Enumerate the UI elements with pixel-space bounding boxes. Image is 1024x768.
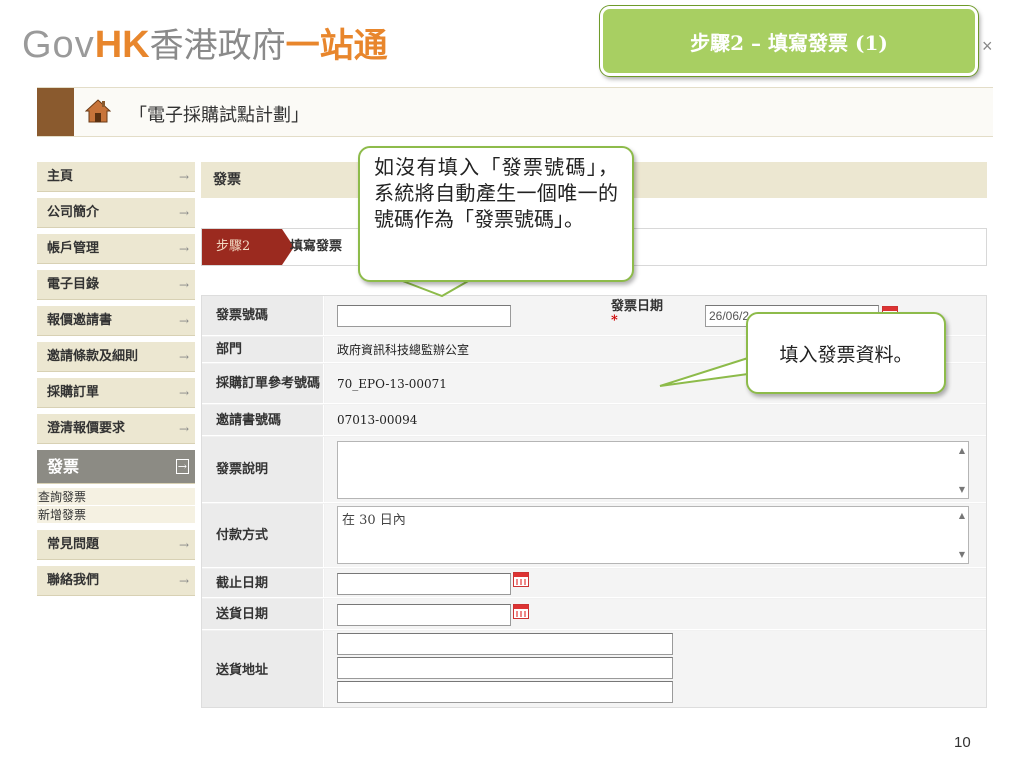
- step-banner: 步驟2 – 填寫發票 (1): [600, 6, 978, 76]
- description-label: 發票說明: [202, 437, 324, 502]
- invitation-no-label: 邀請書號碼: [202, 405, 324, 435]
- sidebar-item-contact-us[interactable]: 聯絡我們 →: [37, 566, 195, 596]
- step-tag: 步驟2: [202, 229, 294, 265]
- arrow-right-icon: →: [178, 574, 189, 588]
- payment-value: 在 30 日內: [342, 513, 406, 528]
- arrow-right-icon: →: [178, 278, 189, 292]
- address-line-2-input[interactable]: [337, 657, 673, 679]
- step-text: 填寫發票: [290, 239, 343, 254]
- sidebar-item-faq[interactable]: 常見問題 →: [37, 530, 195, 560]
- arrow-right-icon: →: [178, 206, 189, 220]
- calendar-icon[interactable]: [513, 604, 529, 619]
- sidebar-item-label: 澄清報價要求: [47, 421, 126, 436]
- sidebar-item-label: 聯絡我們: [47, 573, 100, 588]
- invitation-no-value: 07013-00094: [325, 405, 986, 435]
- payment-label: 付款方式: [202, 504, 324, 567]
- invoice-no-input[interactable]: [337, 305, 511, 327]
- sidebar-item-home[interactable]: 主頁 →: [37, 162, 195, 192]
- callout-auto-number: 如沒有填入「發票號碼」，系統將自動產生一個唯一的號碼作為「發票號碼」。: [358, 146, 634, 282]
- required-mark: *: [611, 313, 618, 328]
- address-line-3-input[interactable]: [337, 681, 673, 703]
- sidebar-item-invoices[interactable]: 發票 →: [37, 450, 195, 484]
- scroll-up-icon[interactable]: ▲: [959, 511, 965, 520]
- arrow-right-icon: →: [178, 242, 189, 256]
- description-cell: ▲ ▼: [325, 437, 986, 502]
- logo-chinese-text: 香港政府: [149, 26, 286, 66]
- delivery-date-label: 送貨日期: [202, 599, 324, 629]
- calendar-icon[interactable]: [513, 572, 529, 587]
- sidebar-subitem-new-invoice[interactable]: 新增發票: [37, 506, 195, 524]
- invoice-no-label: 發票號碼: [202, 296, 324, 335]
- arrow-right-icon: →: [178, 386, 189, 400]
- callout-fill-info: 填入發票資料。: [746, 312, 946, 394]
- title-bar: 「電子採購試點計劃」: [37, 87, 993, 137]
- sidebar-item-label: 帳戶管理: [47, 241, 100, 256]
- page-number: 10: [954, 734, 971, 751]
- form-row-deadline: 截止日期: [202, 569, 986, 598]
- govhk-logo[interactable]: GovHK香港政府一站通: [22, 20, 388, 71]
- sidebar-item-account-management[interactable]: 帳戶管理 →: [37, 234, 195, 264]
- department-label: 部門: [202, 337, 324, 362]
- po-ref-label: 採購訂單參考號碼: [202, 364, 324, 403]
- delivery-date-cell: [325, 599, 986, 629]
- address-cell: [325, 631, 986, 707]
- arrow-right-icon: →: [178, 538, 189, 552]
- form-row-delivery-date: 送貨日期: [202, 599, 986, 630]
- sidebar-item-label: 發票: [47, 457, 80, 476]
- logo-gov-text: Gov: [22, 24, 95, 66]
- sidebar-subitem-search-invoice[interactable]: 查詢發票: [37, 488, 195, 506]
- arrow-right-icon: →: [178, 422, 189, 436]
- close-icon[interactable]: ×: [982, 36, 993, 57]
- address-label: 送貨地址: [202, 631, 324, 707]
- sidebar-item-label: 採購訂單: [47, 385, 100, 400]
- sidebar-item-purchase-orders[interactable]: 採購訂單 →: [37, 378, 195, 408]
- sidebar-item-company-profile[interactable]: 公司簡介 →: [37, 198, 195, 228]
- sidebar-item-label: 常見問題: [47, 537, 100, 552]
- logo-accent-text: 一站通: [285, 26, 388, 66]
- scroll-up-icon[interactable]: ▲: [959, 446, 965, 455]
- arrow-right-icon: →: [178, 314, 189, 328]
- form-row-address: 送貨地址: [202, 631, 986, 707]
- sidebar-item-quotation-invitations[interactable]: 報價邀請書 →: [37, 306, 195, 336]
- scroll-down-icon[interactable]: ▼: [959, 485, 965, 494]
- address-line-1-input[interactable]: [337, 633, 673, 655]
- callout-1-pointer: [399, 279, 474, 298]
- deadline-input[interactable]: [337, 573, 511, 595]
- form-row-payment: 付款方式 在 30 日內 ▲ ▼: [202, 504, 986, 568]
- arrow-right-icon: →: [178, 350, 189, 364]
- form-row-description: 發票說明 ▲ ▼: [202, 437, 986, 503]
- page-title: 「電子採購試點計劃」: [129, 105, 309, 126]
- form-row-invitation-no: 邀請書號碼 07013-00094: [202, 405, 986, 436]
- sidebar: 主頁 → 公司簡介 → 帳戶管理 → 電子目錄 → 報價邀請書 → 邀請條款及細則 → 採購…: [37, 162, 195, 602]
- payment-cell: 在 30 日內 ▲ ▼: [325, 504, 986, 567]
- sidebar-item-label: 報價邀請書: [47, 313, 113, 328]
- sidebar-item-clarification[interactable]: 澄清報價要求 →: [37, 414, 195, 444]
- description-textarea[interactable]: ▲ ▼: [337, 441, 969, 499]
- sidebar-item-label: 電子目錄: [47, 277, 100, 292]
- logo-hk-text: HK: [94, 24, 150, 66]
- delivery-date-input[interactable]: [337, 604, 511, 626]
- arrow-right-icon: →: [175, 459, 189, 474]
- sidebar-item-terms[interactable]: 邀請條款及細則 →: [37, 342, 195, 372]
- deadline-label: 截止日期: [202, 569, 324, 597]
- sidebar-item-label: 公司簡介: [47, 205, 100, 220]
- scroll-down-icon[interactable]: ▼: [959, 550, 965, 559]
- title-bar-accent: [37, 88, 74, 136]
- sidebar-item-label: 邀請條款及細則: [47, 349, 139, 364]
- house-icon: [84, 98, 112, 130]
- arrow-right-icon: →: [178, 170, 189, 184]
- invoice-date-label: 發票日期 *: [611, 299, 664, 328]
- sidebar-item-label: 主頁: [47, 169, 74, 184]
- payment-textarea[interactable]: 在 30 日內 ▲ ▼: [337, 506, 969, 564]
- deadline-cell: [325, 569, 986, 597]
- sidebar-item-e-catalogue[interactable]: 電子目錄 →: [37, 270, 195, 300]
